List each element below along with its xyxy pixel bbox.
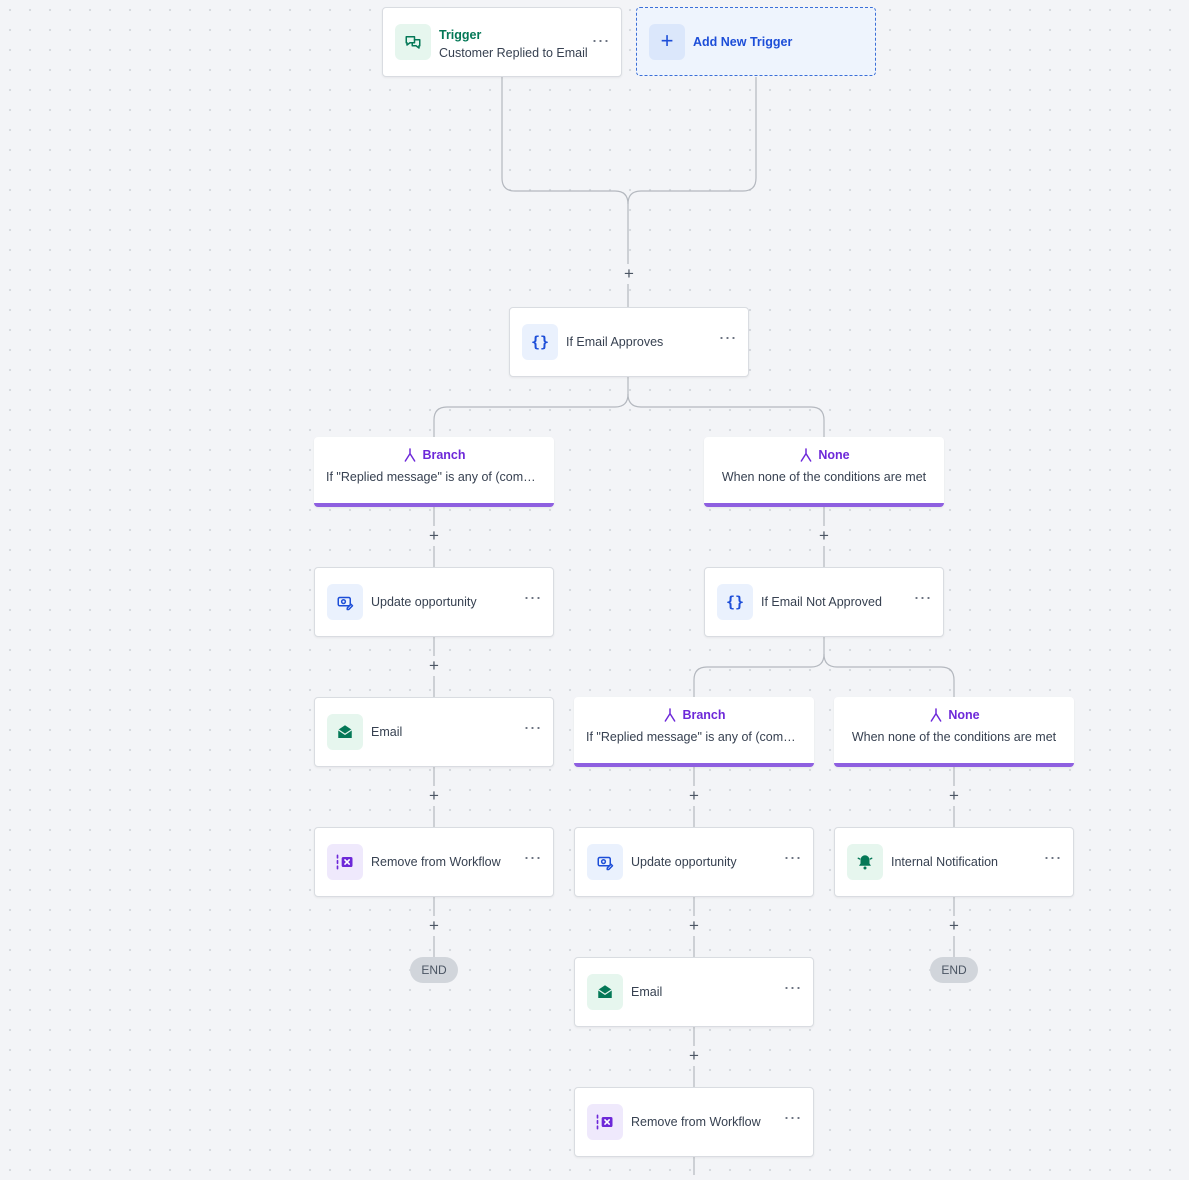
node-label: Internal Notification [891,855,999,869]
node-label: Update opportunity [371,595,477,609]
node-menu-button[interactable]: ⋯ [783,849,802,870]
branch-fork-icon [665,708,676,722]
none-title: None [818,448,850,462]
node-menu-button[interactable]: ⋯ [523,589,542,610]
add-step-plus-button[interactable]: + [944,916,964,936]
branch-condition: If "Replied message" is any of (comma... [586,730,802,744]
node-label: Email [371,725,403,739]
action-node-remove-from-workflow[interactable]: Remove from Workflow ⋯ [314,827,554,897]
node-label: If Email Not Approved [761,595,882,609]
add-step-plus-button[interactable]: + [424,656,444,676]
add-step-plus-button[interactable]: + [814,526,834,546]
trigger-menu-button[interactable]: ⋯ [591,32,610,53]
opportunity-edit-icon [587,844,623,880]
node-label: Email [631,985,663,999]
node-menu-button[interactable]: ⋯ [783,979,802,1000]
node-menu-button[interactable]: ⋯ [1043,849,1062,870]
node-menu-button[interactable]: ⋯ [523,719,542,740]
action-node-email[interactable]: Email ⋯ [314,697,554,767]
envelope-icon [327,714,363,750]
node-menu-button[interactable]: ⋯ [783,1109,802,1130]
condition-node-if-email-not-approved[interactable]: {} If Email Not Approved ⋯ [704,567,944,637]
action-node-email[interactable]: Email ⋯ [574,957,814,1027]
add-step-plus-button[interactable]: + [684,1046,704,1066]
trigger-title: Trigger [439,28,482,42]
add-new-trigger-button[interactable]: + Add New Trigger [636,7,876,76]
workflow-canvas[interactable]: Trigger Customer Replied to Email ⋯ + Ad… [0,0,1189,1180]
node-label: Remove from Workflow [631,1115,761,1129]
action-node-remove-from-workflow[interactable]: Remove from Workflow ⋯ [574,1087,814,1157]
branch-node[interactable]: Branch If "Replied message" is any of (c… [314,437,554,507]
add-step-plus-button[interactable]: + [619,264,639,284]
node-label: Update opportunity [631,855,737,869]
bell-icon [847,844,883,880]
add-step-plus-button[interactable]: + [424,786,444,806]
node-menu-button[interactable]: ⋯ [523,849,542,870]
end-marker: END [410,957,458,983]
none-branch-node[interactable]: None When none of the conditions are met [704,437,944,507]
add-step-plus-button[interactable]: + [944,786,964,806]
branch-fork-icon [930,708,942,722]
action-node-update-opportunity[interactable]: Update opportunity ⋯ [314,567,554,637]
none-condition: When none of the conditions are met [721,470,927,484]
node-menu-button[interactable]: ⋯ [913,589,932,610]
remove-workflow-icon [327,844,363,880]
opportunity-edit-icon [327,584,363,620]
add-new-trigger-label: Add New Trigger [693,35,793,49]
branch-title: Branch [682,708,726,722]
remove-workflow-icon [587,1104,623,1140]
none-branch-node[interactable]: None When none of the conditions are met [834,697,1074,767]
end-marker: END [930,957,978,983]
add-step-plus-button[interactable]: + [424,526,444,546]
trigger-subtitle: Customer Replied to Email [439,46,588,60]
branch-title: Branch [422,448,466,462]
node-label: Remove from Workflow [371,855,501,869]
plus-icon: + [649,24,685,60]
action-node-internal-notification[interactable]: Internal Notification ⋯ [834,827,1074,897]
branch-condition: If "Replied message" is any of (comma... [326,470,542,484]
condition-node-if-email-approves[interactable]: {} If Email Approves ⋯ [509,307,749,377]
none-title: None [948,708,980,722]
add-step-plus-button[interactable]: + [684,786,704,806]
braces-icon: {} [717,584,753,620]
braces-icon: {} [522,324,558,360]
chat-bubbles-icon [395,24,431,60]
branch-fork-icon [405,448,416,462]
none-condition: When none of the conditions are met [851,730,1057,744]
branch-node[interactable]: Branch If "Replied message" is any of (c… [574,697,814,767]
trigger-node[interactable]: Trigger Customer Replied to Email ⋯ [382,7,622,77]
node-label: If Email Approves [566,335,664,349]
envelope-icon [587,974,623,1010]
branch-fork-icon [800,448,812,462]
add-step-plus-button[interactable]: + [684,916,704,936]
add-step-plus-button[interactable]: + [424,916,444,936]
action-node-update-opportunity[interactable]: Update opportunity ⋯ [574,827,814,897]
node-menu-button[interactable]: ⋯ [718,329,737,350]
